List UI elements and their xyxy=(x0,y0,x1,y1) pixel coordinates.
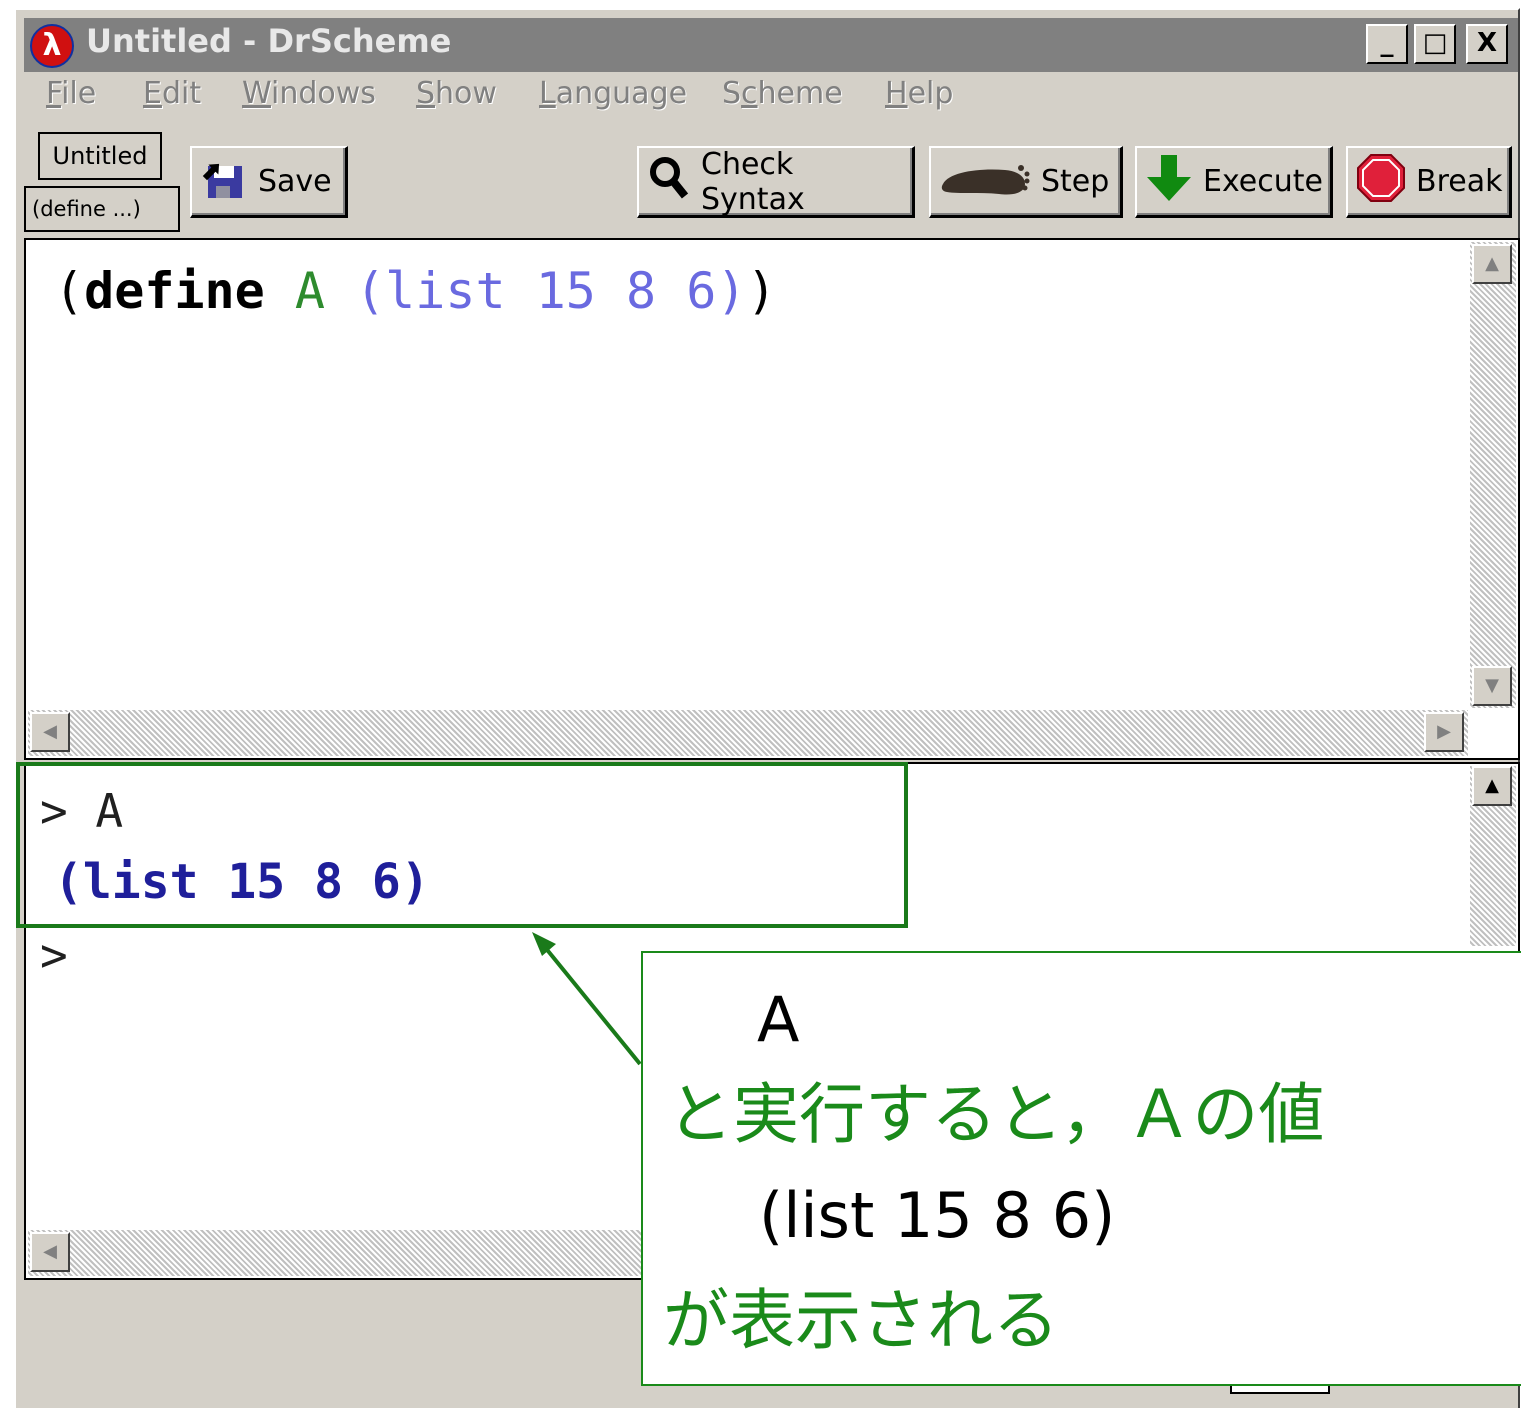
callout-line-displayed: が表示される xyxy=(663,1282,1059,1359)
annotation-callout: A と実行すると，Ａの値 (list 15 8 6) が表示される xyxy=(641,951,1521,1386)
callout-line-a: A xyxy=(757,983,800,1056)
callout-line-execute: と実行すると，Ａの値 xyxy=(667,1076,1325,1153)
callout-line-list: (list 15 8 6) xyxy=(759,1179,1116,1252)
